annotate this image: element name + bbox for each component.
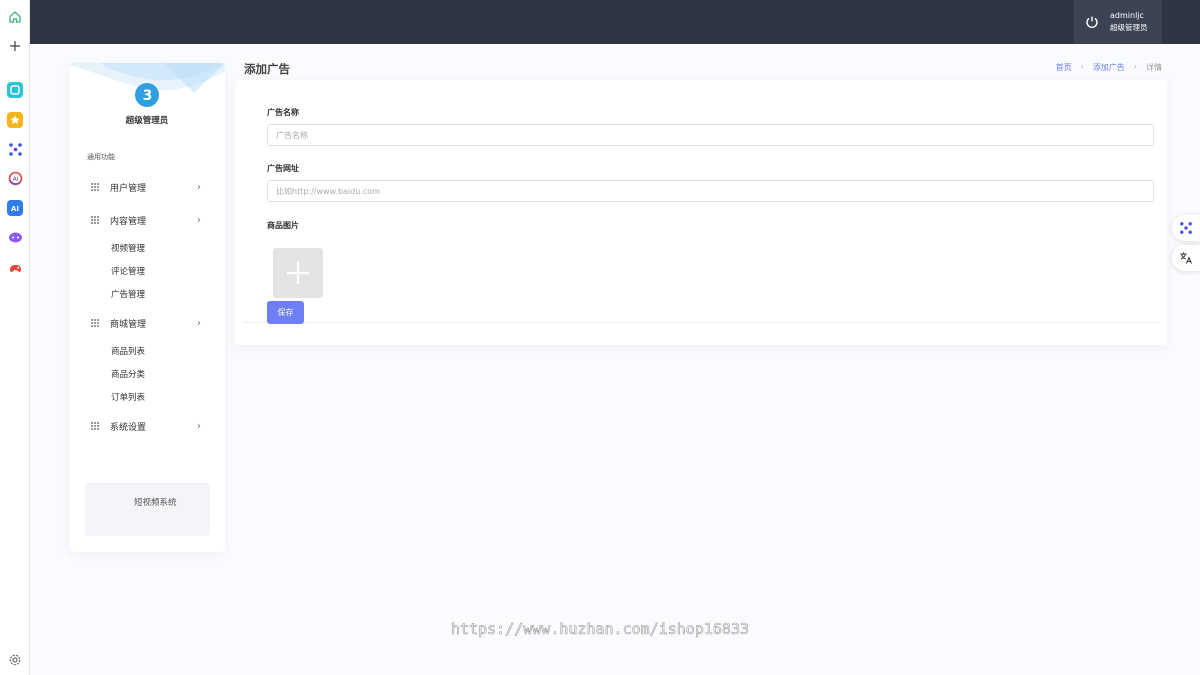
plus-icon [287,262,309,284]
ai-ring-app-icon[interactable]: AI [7,170,23,186]
chevron-right-icon: › [197,214,201,226]
network-float-icon[interactable] [1172,215,1200,241]
menu-label: 内容管理 [110,216,147,227]
svg-text:AI: AI [12,176,18,183]
home-icon[interactable] [7,9,23,25]
sidebar: 3 超级管理员 通用功能 用户管理 › 内容管理 › 视频管理 评论管理 广告管… [69,63,225,552]
power-icon[interactable] [1084,14,1100,30]
plus-icon[interactable] [7,38,23,54]
network-app-icon[interactable] [7,141,23,157]
svg-text:3: 3 [143,88,153,104]
menu-content-management[interactable]: 内容管理 › [69,211,225,229]
breadcrumb: 首页 › 添加广告 › 详情 [1056,62,1162,73]
top-bar: adminljc 超级管理员 [30,0,1200,44]
menu-system-settings[interactable]: 系统设置 › [69,417,225,435]
menu-group-title: 通用功能 [87,153,115,161]
chevron-right-icon: › [197,181,201,193]
submenu-order-list[interactable]: 订单列表 [111,391,145,403]
side-rail: AI AI [0,0,30,675]
grid-icon [91,319,99,327]
ai-app-icon[interactable]: AI [7,200,23,216]
menu-label: 用户管理 [110,183,147,194]
product-image-label: 商品图片 [267,221,299,230]
grid-icon [91,183,99,191]
breadcrumb-current: 详情 [1146,63,1162,72]
submenu-comment-management[interactable]: 评论管理 [111,265,145,277]
sidebar-user-name: 超级管理员 [125,116,169,126]
chat-bubble-app-icon[interactable] [7,229,23,245]
image-upload-button[interactable] [273,248,323,298]
breadcrumb-add-ad[interactable]: 添加广告 [1093,62,1125,73]
submenu-video-management[interactable]: 视频管理 [111,242,145,254]
translate-icon[interactable] [1172,245,1200,271]
menu-label: 系统设置 [110,422,147,433]
breadcrumb-separator-icon: › [1133,62,1137,71]
breadcrumb-separator-icon: › [1080,62,1084,71]
ad-url-input[interactable] [267,180,1154,202]
watermark-text: https://www.huzhan.com/ishop16833 [451,620,750,639]
sidebar-footer: 短视频系统 [85,483,210,536]
ad-name-input[interactable] [267,124,1154,146]
menu-label: 商城管理 [110,319,147,330]
chevron-right-icon: › [197,420,201,432]
app-icon-1[interactable] [7,82,23,98]
user-menu[interactable]: adminljc 超级管理员 [1074,0,1162,44]
settings-icon[interactable] [8,653,22,667]
form-body: 广告名称 广告网址 商品图片 保存 [243,91,1161,324]
system-name: 短视频系统 [134,498,177,508]
form-card: 广告名称 广告网址 商品图片 保存 [235,80,1167,345]
card-footer-tab [243,339,315,345]
menu-user-management[interactable]: 用户管理 › [69,178,225,196]
gamepad-app-icon[interactable] [7,259,23,275]
submenu-ad-management[interactable]: 广告管理 [111,288,145,300]
ad-name-label: 广告名称 [267,108,299,117]
save-button[interactable]: 保存 [267,301,304,324]
star-app-icon[interactable] [7,112,23,128]
user-name: adminljc [1110,11,1144,20]
menu-shop-management[interactable]: 商城管理 › [69,314,225,332]
submenu-product-category[interactable]: 商品分类 [111,368,145,380]
user-role: 超级管理员 [1110,23,1148,32]
grid-icon [91,422,99,430]
svg-text:AI: AI [11,205,19,213]
breadcrumb-home[interactable]: 首页 [1056,62,1072,73]
chevron-right-icon: › [197,317,201,329]
page-title: 添加广告 [244,62,290,76]
submenu-product-list[interactable]: 商品列表 [111,345,145,357]
grid-icon [91,216,99,224]
app-logo: 3 [134,82,160,108]
ad-url-label: 广告网址 [267,164,299,173]
